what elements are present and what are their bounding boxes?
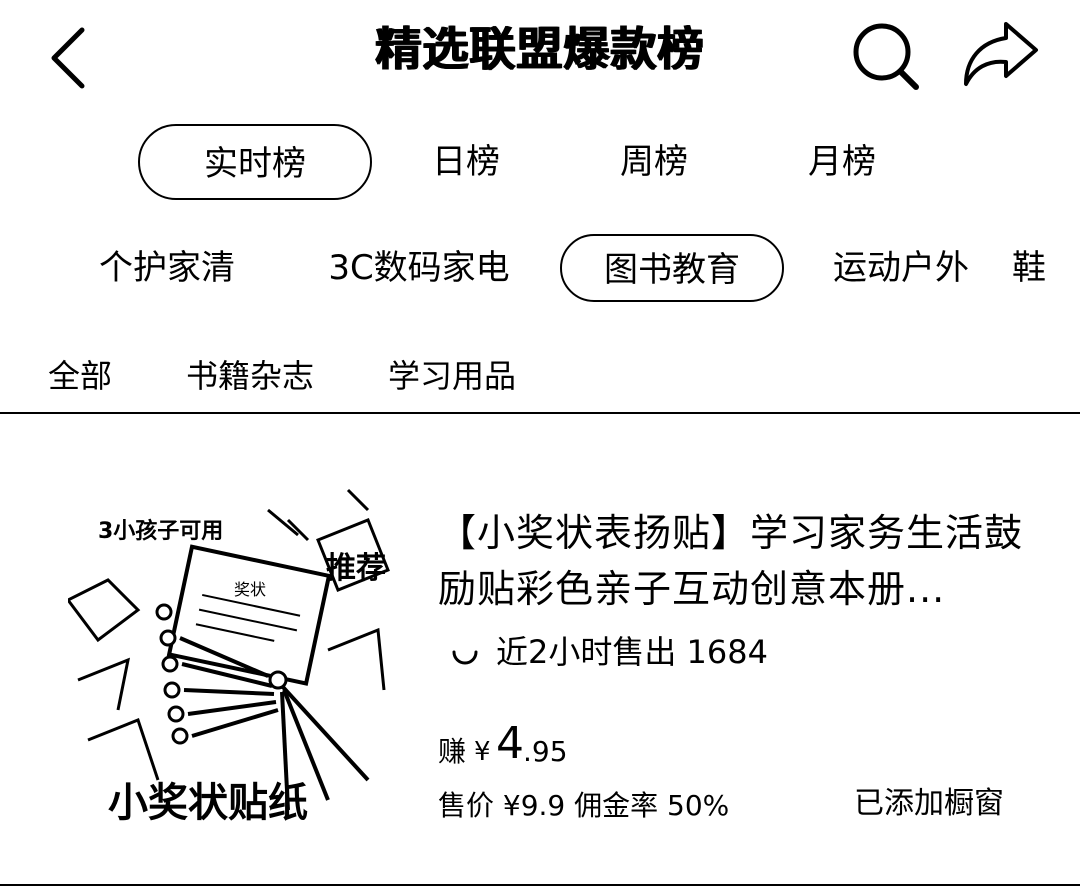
tab-weekly[interactable]: 周榜	[594, 124, 714, 200]
category-tab-shoes[interactable]: 鞋	[1012, 234, 1052, 302]
category-tab-books-education[interactable]: 图书教育	[560, 234, 784, 302]
subtab-books-magazines[interactable]: 书籍杂志	[186, 348, 314, 404]
category-tab-sports-outdoor[interactable]: 运动户外	[818, 234, 984, 302]
sticker-image: 奖状 3小孩子可用 推荐 小奖状贴纸	[68, 480, 392, 826]
subtab-study-supplies[interactable]: 学习用品	[388, 348, 516, 404]
divider	[0, 412, 1080, 414]
svg-text:推荐: 推荐	[326, 551, 386, 586]
back-button[interactable]	[36, 20, 106, 90]
showcase-status-button[interactable]: 已添加橱窗	[854, 784, 1004, 824]
earn-currency: ¥	[474, 737, 491, 767]
earn-label: 赚	[438, 735, 467, 768]
sold-count: 近2小时售出 1684	[496, 633, 768, 671]
tab-daily[interactable]: 日榜	[406, 124, 526, 200]
product-title[interactable]: 【小奖状表扬贴】学习家务生活鼓励贴彩色亲子互动创意本册...	[438, 505, 1038, 617]
earn-amount-integer: 4	[496, 718, 524, 769]
product-thumbnail[interactable]: 奖状 3小孩子可用 推荐 小奖状贴纸	[68, 480, 392, 826]
subtab-all[interactable]: 全部	[48, 348, 112, 404]
page-title: 精选联盟爆款榜	[375, 22, 705, 76]
tab-realtime[interactable]: 实时榜	[138, 124, 372, 200]
tab-monthly[interactable]: 月榜	[782, 124, 902, 200]
search-button[interactable]	[846, 14, 926, 94]
divider	[0, 884, 1080, 886]
chevron-left-icon	[51, 27, 85, 89]
loading-icon	[448, 634, 482, 670]
svg-text:3小孩子可用: 3小孩子可用	[98, 518, 223, 544]
svg-text:小奖状贴纸: 小奖状贴纸	[108, 780, 308, 826]
share-icon	[964, 22, 1038, 86]
category-tab-digital[interactable]: 3C数码家电	[312, 234, 526, 302]
earn-amount-decimal: .95	[523, 735, 568, 768]
svg-text:奖状: 奖状	[234, 580, 266, 599]
share-button[interactable]	[958, 16, 1042, 92]
price-commission: 售价 ¥9.9 佣金率 50%	[438, 789, 730, 822]
search-icon	[853, 23, 919, 90]
category-tab-personal-care[interactable]: 个护家清	[82, 234, 252, 302]
